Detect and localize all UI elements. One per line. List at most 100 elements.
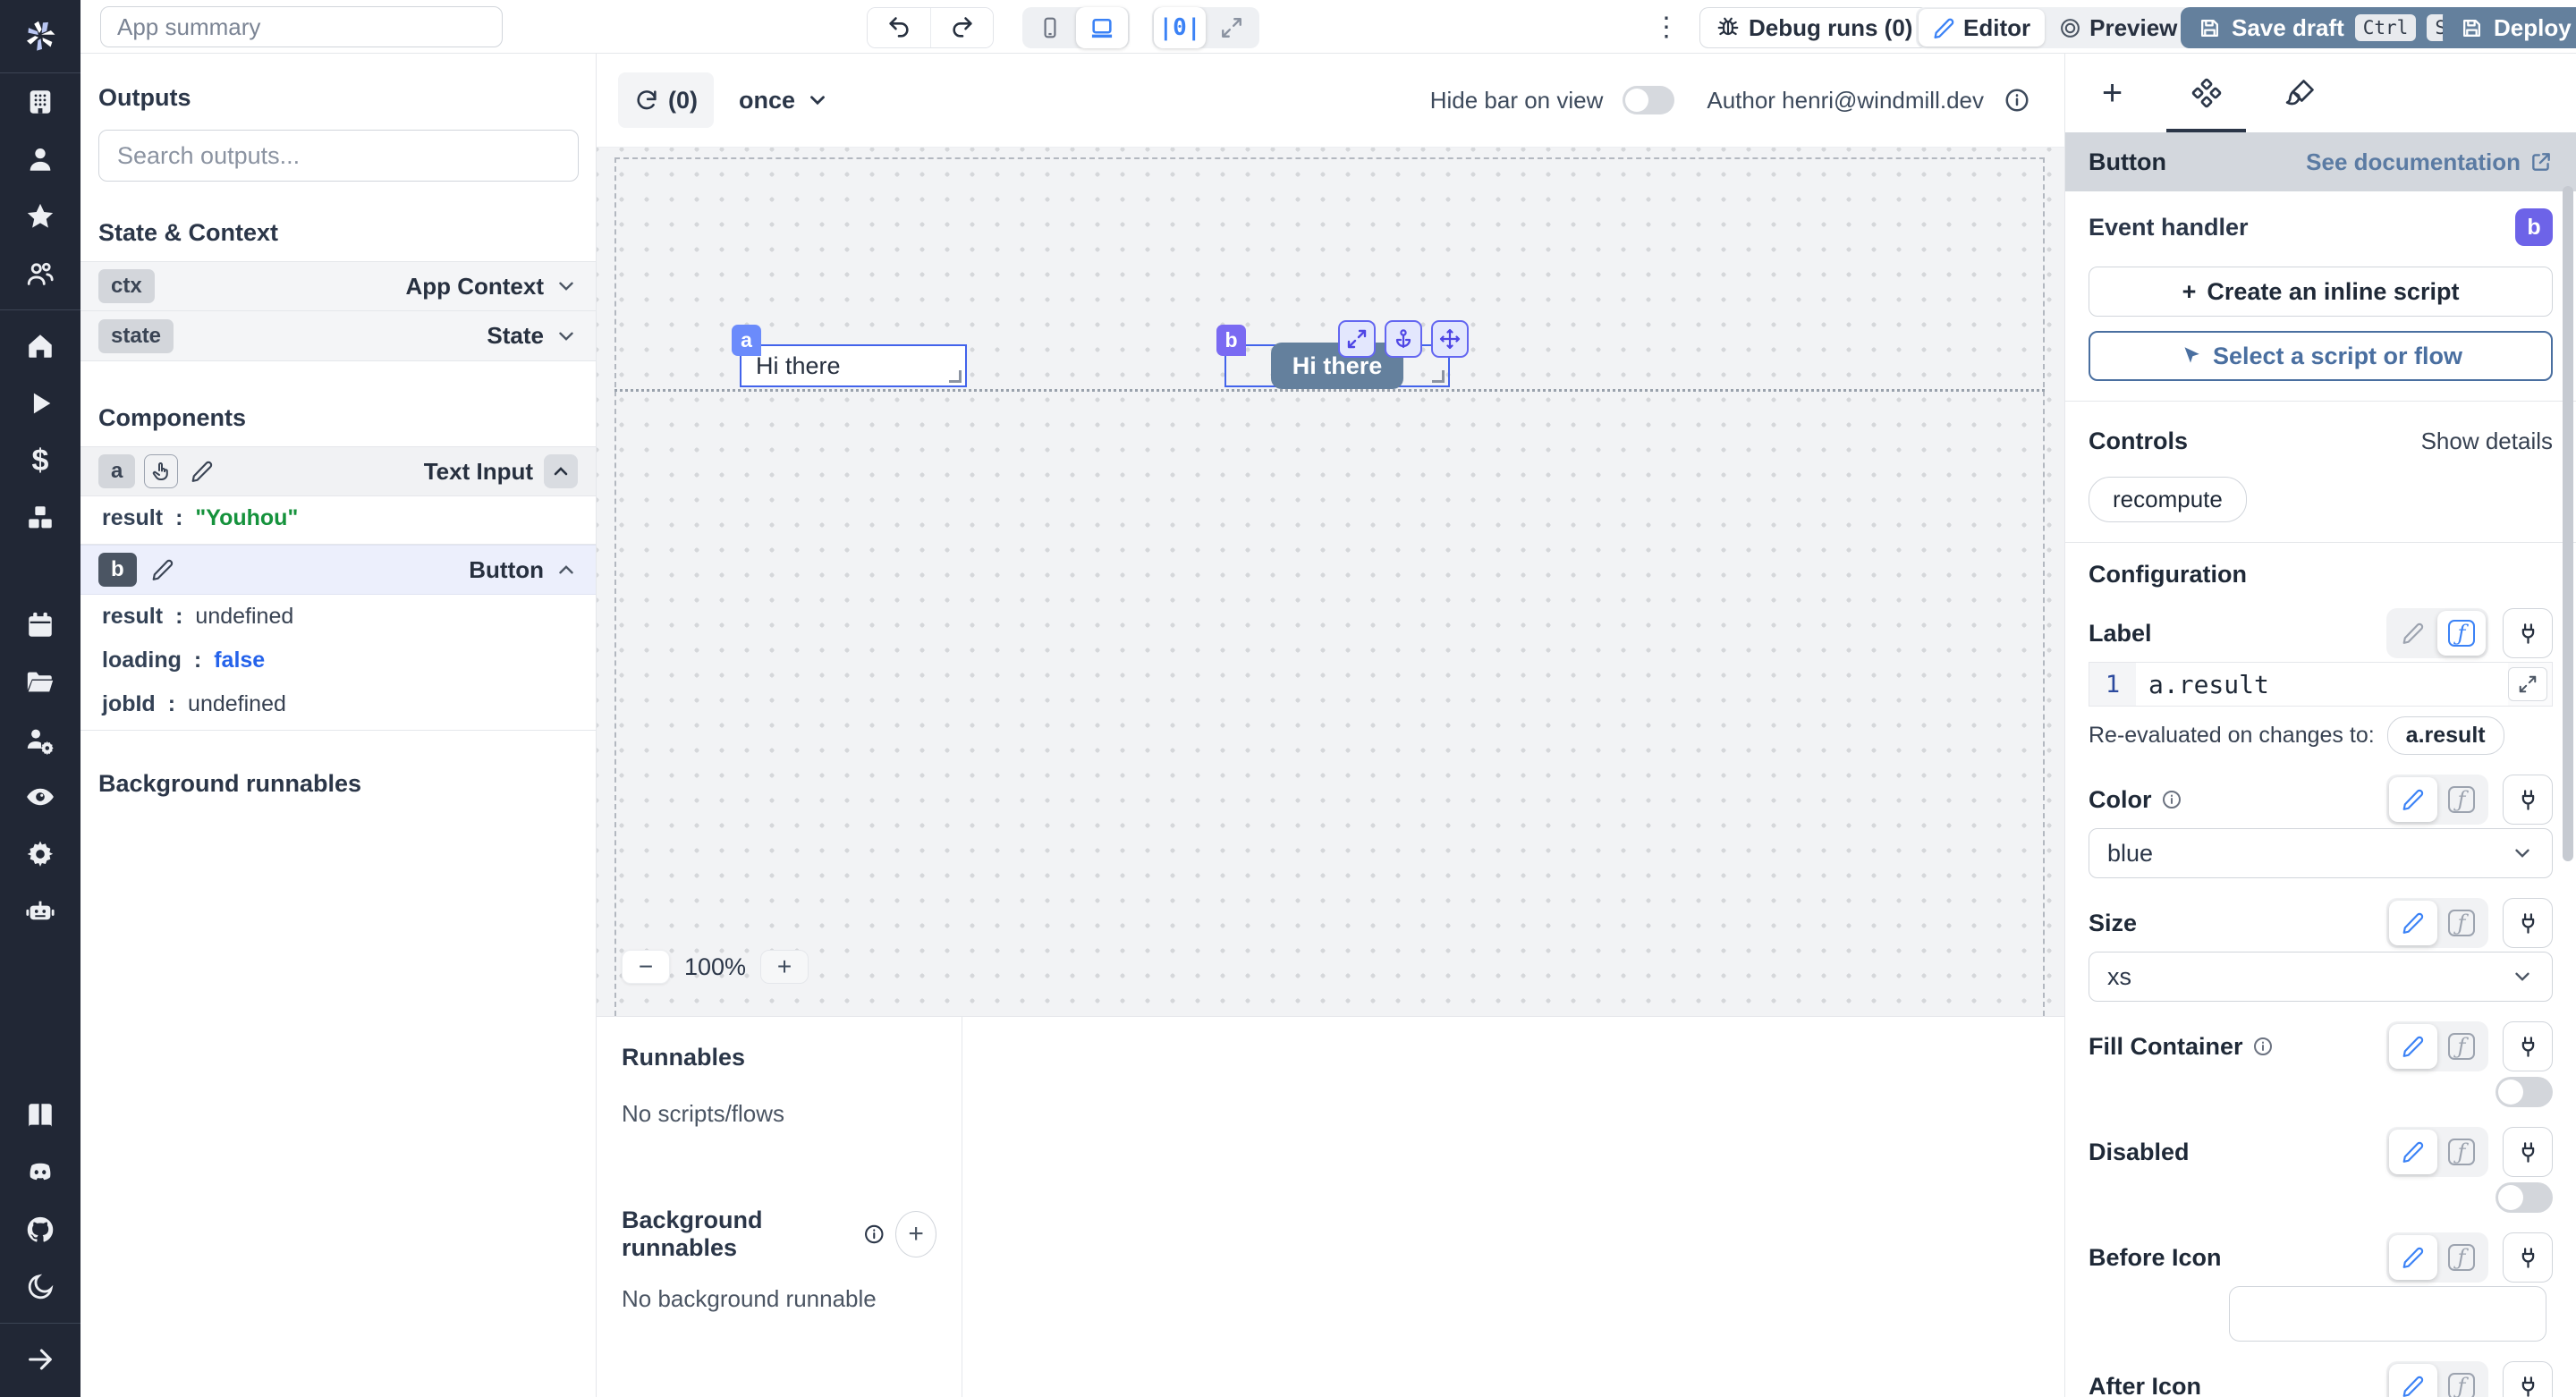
panel-scrollbar[interactable] <box>2563 186 2573 861</box>
app-summary-input[interactable] <box>100 6 503 47</box>
static-mode-button[interactable] <box>2389 901 2437 945</box>
see-documentation-link[interactable]: See documentation <box>2306 148 2553 176</box>
component-a-canvas[interactable]: Hi there <box>740 344 967 387</box>
desktop-view-button[interactable] <box>1076 7 1128 48</box>
select-script-button[interactable]: Select a script or flow <box>2089 331 2553 381</box>
tab-component-settings[interactable] <box>2159 54 2253 132</box>
refresh-count: (0) <box>668 86 698 114</box>
connect-plug-button[interactable] <box>2503 608 2553 658</box>
sidebar-item-discord[interactable] <box>0 1144 80 1201</box>
tab-styling[interactable] <box>2253 54 2347 132</box>
sidebar-item-workspace[interactable] <box>0 73 80 131</box>
state-row[interactable]: state State <box>80 311 596 361</box>
static-mode-button[interactable] <box>2389 1364 2437 1397</box>
sidebar-item-resources[interactable] <box>0 489 80 546</box>
edit-component-b-button[interactable] <box>151 558 174 581</box>
recompute-button[interactable]: recompute <box>2089 477 2247 522</box>
disabled-toggle[interactable] <box>2496 1182 2553 1213</box>
sidebar-item-groups[interactable] <box>0 245 80 302</box>
editor-tab[interactable]: Editor <box>1919 9 2046 47</box>
resize-handle[interactable] <box>949 370 962 383</box>
mobile-view-button[interactable] <box>1024 7 1076 48</box>
expand-component-button[interactable] <box>1338 320 1376 358</box>
add-background-runnable-button[interactable]: + <box>895 1211 936 1257</box>
eval-mode-button[interactable]: ƒ <box>2437 1364 2486 1397</box>
size-select[interactable]: xs <box>2089 952 2553 1002</box>
eval-mode-button[interactable]: ƒ <box>2437 1024 2486 1069</box>
component-a-row[interactable]: a Text Input <box>80 446 596 496</box>
refresh-mode-select[interactable]: once <box>739 87 829 114</box>
connect-plug-button[interactable] <box>2503 1021 2553 1071</box>
connect-plug-button[interactable] <box>2503 775 2553 825</box>
edit-component-a-button[interactable] <box>191 460 214 483</box>
refresh-button[interactable]: (0) <box>618 72 714 128</box>
sidebar-item-runs[interactable] <box>0 375 80 432</box>
sidebar-item-dark-mode[interactable] <box>0 1258 80 1316</box>
before-icon-input[interactable] <box>2229 1286 2546 1342</box>
sidebar-expand-button[interactable] <box>0 1331 80 1388</box>
sidebar-item-home[interactable] <box>0 318 80 375</box>
collapse-component-a-button[interactable] <box>544 454 578 488</box>
sidebar-item-schedules[interactable] <box>0 597 80 654</box>
save-draft-button[interactable]: Save draft Ctrl S <box>2181 7 2472 48</box>
search-outputs-input[interactable] <box>98 130 579 182</box>
resize-handle[interactable] <box>1432 370 1445 383</box>
sidebar-item-github[interactable] <box>0 1201 80 1258</box>
redo-button[interactable] <box>930 8 993 47</box>
component-b-canvas-badge[interactable]: b <box>1216 325 1246 356</box>
eval-mode-button[interactable]: ƒ <box>2437 1130 2486 1174</box>
more-menu[interactable]: ⋮ <box>1653 7 1680 48</box>
fill-container-toggle[interactable] <box>2496 1077 2553 1107</box>
hide-bar-toggle[interactable] <box>1623 86 1675 114</box>
fullwidth-layout-button[interactable] <box>1206 7 1258 48</box>
connect-plug-button[interactable] <box>2503 1127 2553 1177</box>
static-mode-button[interactable] <box>2389 611 2437 656</box>
sidebar-item-docs[interactable] <box>0 1087 80 1144</box>
ctx-row[interactable]: ctx App Context <box>80 261 596 311</box>
app-canvas[interactable]: a Hi there b Hi there − 100% + <box>597 148 2064 1016</box>
show-details-link[interactable]: Show details <box>2421 428 2553 455</box>
move-component-button[interactable] <box>1431 320 1469 358</box>
event-handler-badge[interactable]: b <box>2515 208 2553 246</box>
center-layout-button[interactable]: |0| <box>1154 7 1206 48</box>
eval-mode-button[interactable]: ƒ <box>2437 777 2486 822</box>
sidebar-item-ai[interactable] <box>0 883 80 940</box>
eval-mode-button[interactable]: ƒ <box>2437 901 2486 945</box>
expand-editor-button[interactable] <box>2508 667 2547 701</box>
label-code-value[interactable]: a.result <box>2136 663 2508 706</box>
sidebar-item-variables[interactable]: $ <box>0 432 80 489</box>
tab-insert-component[interactable]: + <box>2065 54 2159 132</box>
static-mode-button[interactable] <box>2389 777 2437 822</box>
connect-plug-button[interactable] <box>2503 1232 2553 1283</box>
connect-plug-button[interactable] <box>2503 898 2553 948</box>
sidebar-item-folders[interactable] <box>0 654 80 711</box>
create-inline-script-button[interactable]: + Create an inline script <box>2089 267 2553 317</box>
select-component-a-button[interactable] <box>144 454 179 488</box>
static-mode-button[interactable] <box>2389 1024 2437 1069</box>
sidebar-item-audit[interactable] <box>0 768 80 826</box>
eval-mode-button[interactable]: ƒ <box>2437 611 2486 656</box>
text-input-value[interactable]: Hi there <box>741 352 841 380</box>
sidebar-item-user[interactable] <box>0 131 80 188</box>
pencil-icon <box>2402 1141 2424 1163</box>
deploy-button[interactable]: Deploy <box>2443 7 2576 48</box>
label-code-editor[interactable]: 1 a.result <box>2089 662 2553 707</box>
static-mode-button[interactable] <box>2389 1130 2437 1174</box>
sidebar-item-settings[interactable] <box>0 826 80 883</box>
component-a-canvas-badge[interactable]: a <box>732 325 761 356</box>
color-select[interactable]: blue <box>2089 828 2553 878</box>
zoom-out-button[interactable]: − <box>622 950 670 984</box>
static-mode-button[interactable] <box>2389 1235 2437 1280</box>
debug-runs-button[interactable]: Debug runs (0) <box>1699 7 1930 48</box>
connect-plug-button[interactable] <box>2503 1361 2553 1397</box>
windmill-logo[interactable] <box>0 0 80 73</box>
undo-button[interactable] <box>868 8 930 47</box>
sidebar-item-workers[interactable] <box>0 711 80 768</box>
component-b-row[interactable]: b Button <box>80 545 596 595</box>
reeval-value-pill[interactable]: a.result <box>2386 715 2504 755</box>
preview-tab[interactable]: Preview <box>2045 9 2191 47</box>
anchor-component-button[interactable] <box>1385 320 1422 358</box>
zoom-in-button[interactable]: + <box>760 950 809 984</box>
sidebar-item-favorites[interactable] <box>0 188 80 245</box>
eval-mode-button[interactable]: ƒ <box>2437 1235 2486 1280</box>
